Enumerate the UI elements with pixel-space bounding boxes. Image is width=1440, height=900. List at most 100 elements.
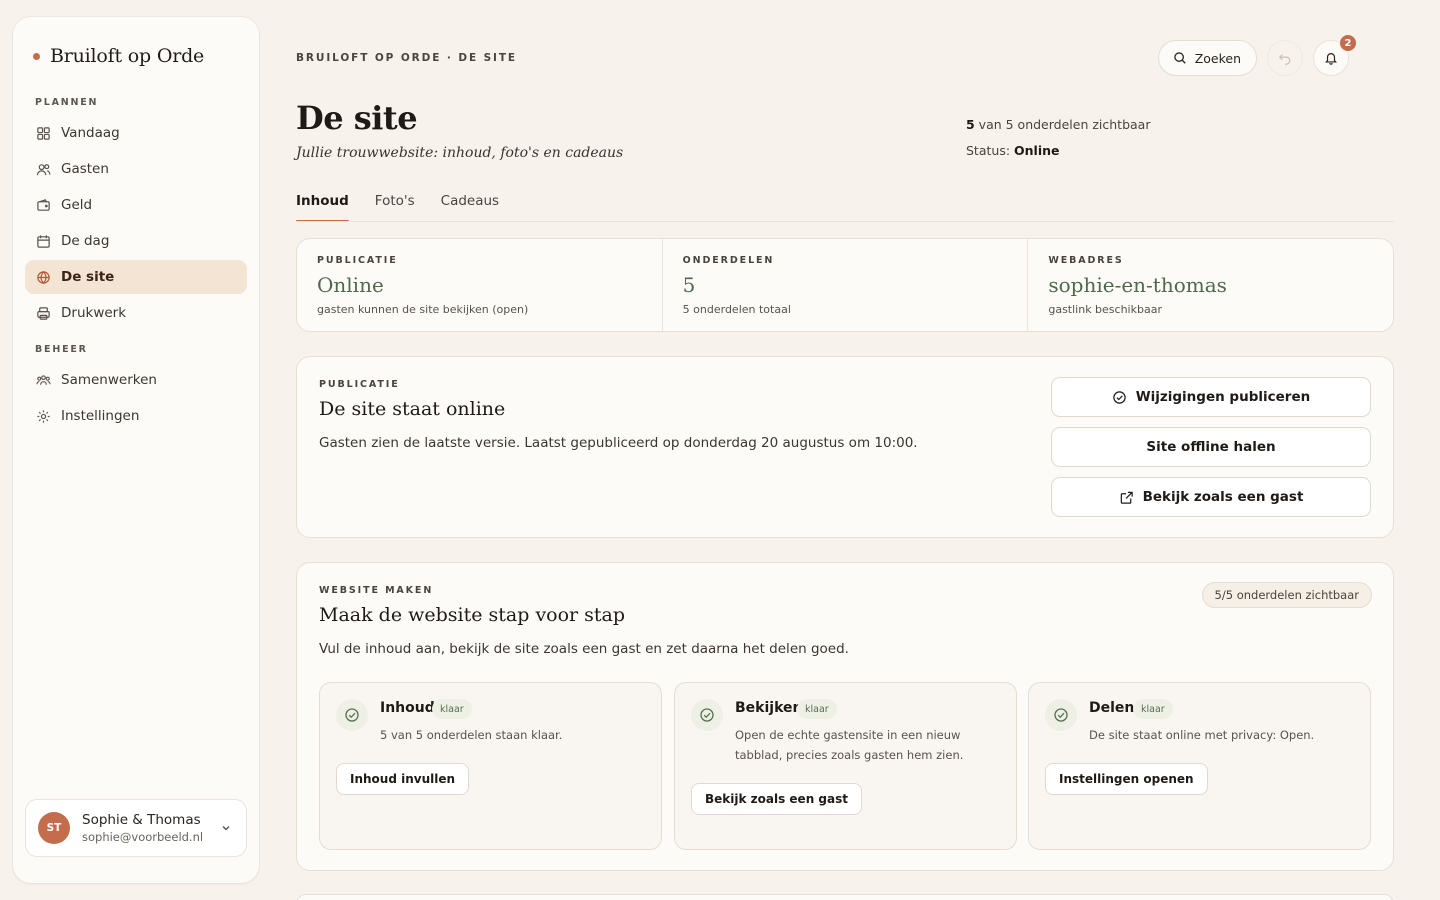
card-description: Gasten zien de laatste versie. Laatst ge… bbox=[319, 435, 918, 451]
sidebar-item-label: Gasten bbox=[61, 161, 109, 177]
step-status bbox=[691, 699, 723, 731]
step-delen: Delen klaar De site staat online met pri… bbox=[1028, 682, 1371, 850]
stat-webadres: WEBADRES sophie-en-thomas gastlink besch… bbox=[1028, 239, 1393, 331]
brand[interactable]: Bruiloft op Orde bbox=[33, 43, 204, 69]
sidebar-item-label: De dag bbox=[61, 233, 110, 249]
sidebar: Bruiloft op Orde PLANNEN Vandaag Gasten … bbox=[13, 17, 259, 883]
user-email: sophie@voorbeeld.nl bbox=[82, 830, 204, 844]
search-button[interactable]: Zoeken bbox=[1157, 40, 1257, 76]
stat-onderdelen: ONDERDELEN 5 5 onderdelen totaal bbox=[663, 239, 1029, 331]
open-settings-button[interactable]: Instellingen openen bbox=[1045, 763, 1208, 795]
notifications-button[interactable]: 2 bbox=[1313, 33, 1358, 76]
card-title: Maak de website stap voor stap bbox=[319, 604, 626, 626]
notification-badge: 2 bbox=[1338, 33, 1358, 53]
visible-count-text: van 5 onderdelen zichtbaar bbox=[974, 117, 1151, 132]
sidebar-item-label: Drukwerk bbox=[61, 305, 127, 321]
stat-value: Online bbox=[317, 273, 384, 297]
sidebar-item-samenwerken[interactable]: Samenwerken bbox=[25, 363, 247, 397]
step-description: Open de echte gastensite in een nieuw ta… bbox=[735, 728, 964, 762]
take-offline-button[interactable]: Site offline halen bbox=[1051, 427, 1371, 467]
check-circle-icon bbox=[700, 708, 714, 722]
top-actions: Zoeken 2 bbox=[1157, 33, 1358, 76]
stat-label: WEBADRES bbox=[1048, 255, 1124, 266]
breadcrumb: BRUILOFT OP ORDE · DE SITE bbox=[296, 52, 517, 64]
undo-button[interactable] bbox=[1267, 40, 1303, 76]
stats-bar: PUBLICATIE Online gasten kunnen de site … bbox=[296, 238, 1394, 332]
page-subtitle: Jullie trouwwebsite: inhoud, foto's en c… bbox=[296, 145, 624, 161]
sidebar-item-de-site[interactable]: De site bbox=[25, 260, 247, 294]
publish-changes-button[interactable]: Wijzigingen publiceren bbox=[1051, 377, 1371, 417]
step-inhoud: Inhoud klaar 5 van 5 onderdelen staan kl… bbox=[319, 682, 662, 850]
status-line: Status: Online bbox=[966, 143, 1060, 158]
visible-count-number: 5 bbox=[966, 117, 975, 132]
sidebar-item-label: Vandaag bbox=[61, 125, 120, 141]
stat-value: 5 bbox=[682, 273, 696, 297]
fill-content-button[interactable]: Inhoud invullen bbox=[336, 763, 470, 795]
check-circle-icon bbox=[1054, 708, 1068, 722]
stat-note: gastlink beschikbaar bbox=[1048, 303, 1162, 316]
stat-note: 5 onderdelen totaal bbox=[682, 303, 791, 316]
tabs-divider bbox=[296, 221, 1394, 222]
stat-label: PUBLICATIE bbox=[317, 255, 398, 266]
sidebar-section-plannen: PLANNEN bbox=[35, 97, 99, 108]
calendar-icon bbox=[37, 234, 50, 248]
team-icon bbox=[36, 374, 51, 385]
button-label: Wijzigingen publiceren bbox=[1135, 389, 1311, 405]
check-circle-icon bbox=[345, 708, 359, 722]
website-builder-card: WEBSITE MAKEN Maak de website stap voor … bbox=[296, 562, 1394, 871]
brand-dot bbox=[33, 52, 40, 60]
card-title: De site staat online bbox=[319, 398, 506, 420]
globe-icon bbox=[37, 270, 50, 284]
sidebar-item-drukwerk[interactable]: Drukwerk bbox=[25, 296, 247, 330]
card-label: WEBSITE MAKEN bbox=[319, 585, 434, 596]
view-as-guest-button[interactable]: Bekijk zoals een gast bbox=[691, 783, 862, 815]
step-title: Bekijken bbox=[735, 700, 803, 716]
bell-icon bbox=[1325, 53, 1337, 65]
next-card-peek bbox=[296, 894, 1394, 900]
status-value: Online bbox=[1014, 143, 1060, 158]
tab-cadeaus[interactable]: Cadeaus bbox=[441, 193, 499, 221]
stat-publicatie: PUBLICATIE Online gasten kunnen de site … bbox=[297, 239, 663, 331]
avatar: ST bbox=[38, 812, 70, 844]
chevron-down-icon bbox=[222, 826, 230, 831]
visibility-pill: 5/5 onderdelen zichtbaar bbox=[1201, 582, 1372, 608]
sidebar-item-gasten[interactable]: Gasten bbox=[25, 152, 247, 186]
step-title: Delen bbox=[1089, 700, 1135, 716]
publication-card: PUBLICATIE De site staat online Gasten z… bbox=[296, 356, 1394, 538]
sidebar-item-geld[interactable]: Geld bbox=[25, 188, 247, 222]
sidebar-item-vandaag[interactable]: Vandaag bbox=[25, 116, 247, 150]
printer-icon bbox=[37, 306, 50, 320]
step-tag: klaar bbox=[797, 699, 837, 719]
step-bekijken: Bekijken klaar Open de echte gastensite … bbox=[674, 682, 1017, 850]
step-tag: klaar bbox=[1133, 699, 1173, 719]
step-tag: klaar bbox=[432, 699, 472, 719]
grid-icon bbox=[37, 126, 50, 140]
sidebar-item-instellingen[interactable]: Instellingen bbox=[25, 399, 247, 433]
stat-note: gasten kunnen de site bekijken (open) bbox=[317, 303, 529, 316]
search-icon bbox=[1173, 52, 1186, 64]
check-circle-icon bbox=[1113, 390, 1126, 404]
sidebar-item-de-dag[interactable]: De dag bbox=[25, 224, 247, 258]
card-label: PUBLICATIE bbox=[319, 379, 400, 390]
step-description: De site staat online met privacy: Open. bbox=[1089, 728, 1315, 742]
page-title: De site bbox=[296, 99, 418, 137]
tab-inhoud[interactable]: Inhoud bbox=[296, 193, 349, 222]
step-status bbox=[1045, 699, 1077, 731]
step-status bbox=[336, 699, 368, 731]
visible-count: 5 van 5 onderdelen zichtbaar bbox=[966, 117, 1150, 132]
stat-value: sophie-en-thomas bbox=[1048, 273, 1227, 297]
button-label: Bekijk zoals een gast bbox=[1142, 489, 1304, 505]
sidebar-item-label: Instellingen bbox=[61, 408, 140, 424]
step-title: Inhoud bbox=[380, 700, 435, 716]
preview-as-guest-button[interactable]: Bekijk zoals een gast bbox=[1051, 477, 1371, 517]
undo-icon bbox=[1278, 54, 1291, 65]
status-label: Status: bbox=[966, 143, 1015, 158]
tab-fotos[interactable]: Foto's bbox=[375, 193, 415, 221]
sidebar-item-label: De site bbox=[61, 269, 115, 285]
sidebar-item-label: Samenwerken bbox=[61, 372, 157, 388]
sidebar-item-label: Geld bbox=[61, 197, 93, 213]
stat-label: ONDERDELEN bbox=[682, 255, 775, 266]
user-menu[interactable]: ST Sophie & Thomas sophie@voorbeeld.nl bbox=[25, 799, 247, 857]
button-label: Site offline halen bbox=[1146, 439, 1276, 455]
tabs: Inhoud Foto's Cadeaus bbox=[296, 193, 499, 222]
